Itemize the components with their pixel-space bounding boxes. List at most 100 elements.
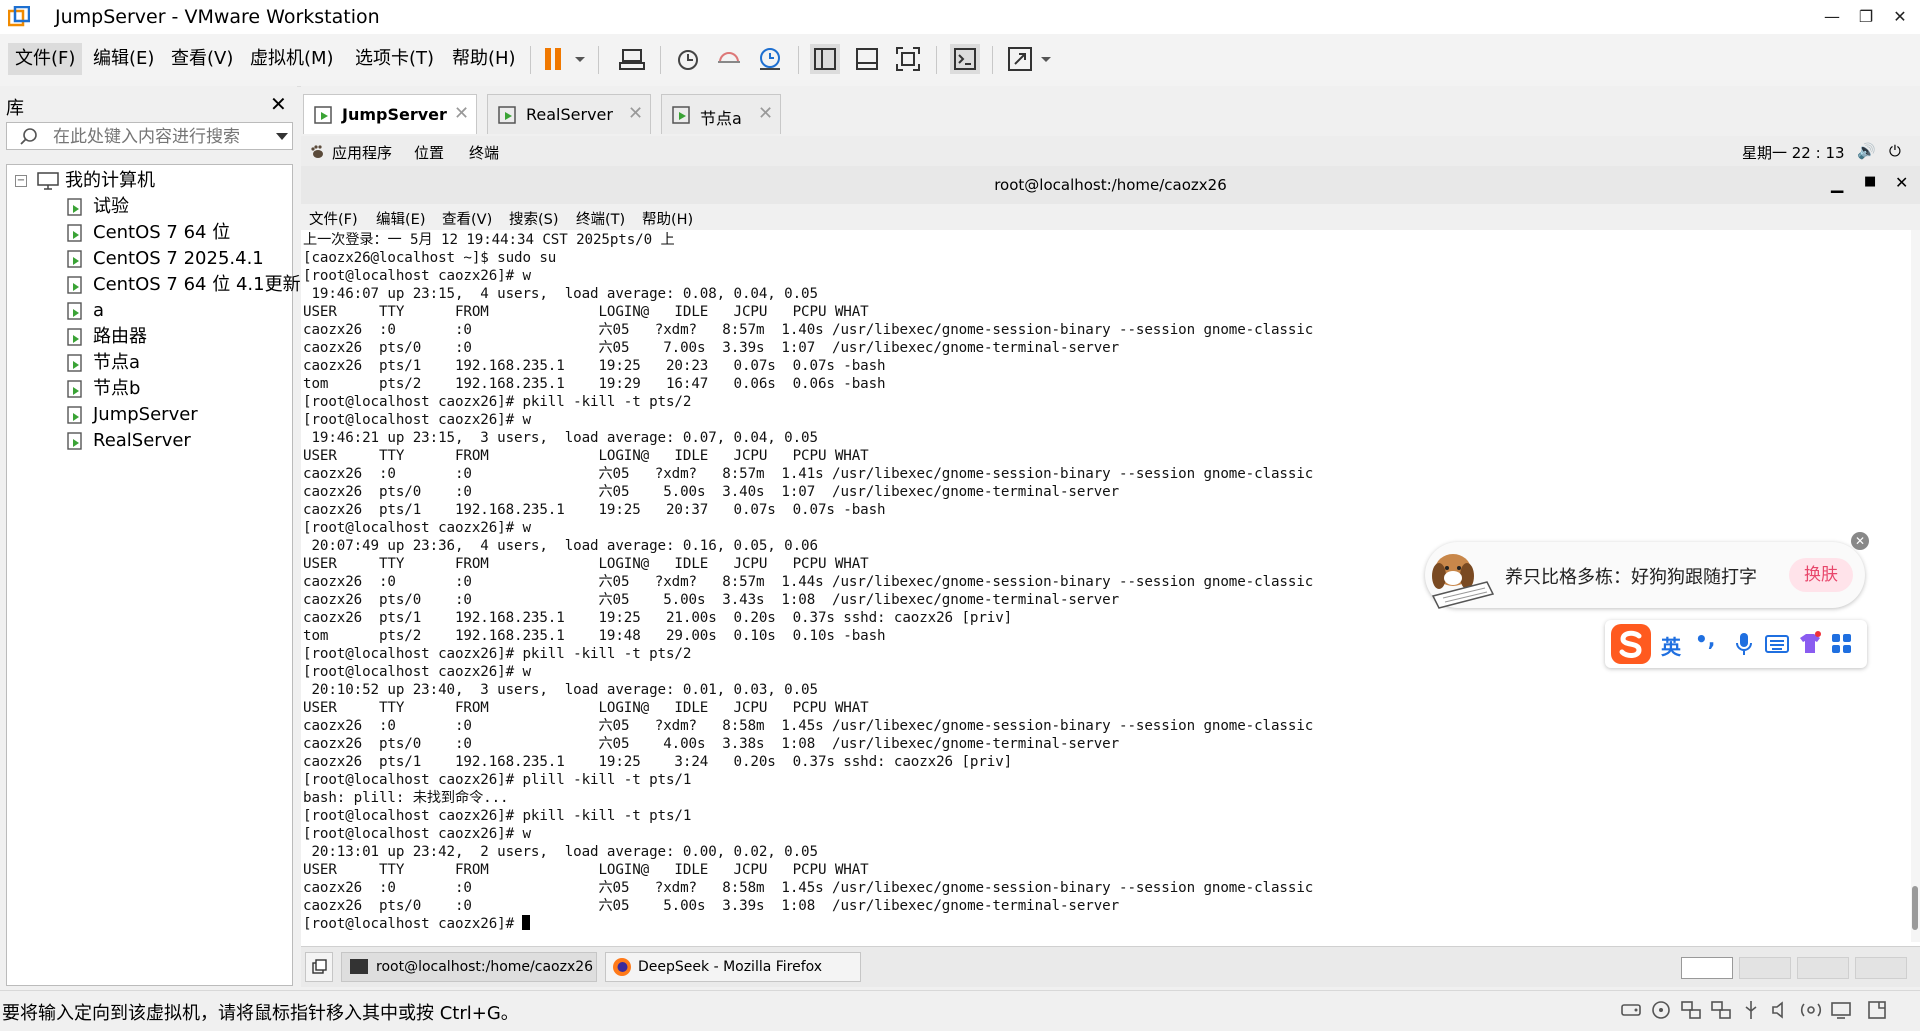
- revert-snapshot-icon[interactable]: [714, 44, 744, 74]
- terminal-maximize-button[interactable]: ■: [1864, 174, 1876, 189]
- tree-item-label: 节点b: [93, 378, 141, 399]
- ime-skin-button[interactable]: 换肤: [1789, 558, 1853, 592]
- tree-item-vm[interactable]: a: [7, 299, 292, 323]
- terminal-titlebar: root@localhost:/home/caozx26 ▁ ■ ✕: [301, 166, 1920, 205]
- terminal-scrollbar[interactable]: [1911, 230, 1920, 942]
- stretch-dropdown-icon[interactable]: [1038, 44, 1054, 74]
- tree-item-vm[interactable]: RealServer: [7, 429, 292, 453]
- display-icon[interactable]: [1830, 999, 1852, 1021]
- tree-item-vm[interactable]: CentOS 7 64 位 4.1更新: [7, 273, 301, 297]
- tree-item-vm[interactable]: 节点a: [7, 351, 292, 375]
- network-adapter-icon[interactable]: [1680, 999, 1702, 1021]
- tree-item-vm[interactable]: CentOS 7 64 位: [7, 221, 292, 245]
- taskbar-terminal[interactable]: root@localhost:/home/caozx26: [341, 952, 597, 982]
- tab-node-a[interactable]: 节点a ✕: [661, 94, 781, 134]
- ime-punctuation-toggle[interactable]: •,: [1695, 627, 1715, 651]
- volume-icon[interactable]: 🔊: [1857, 142, 1876, 160]
- sogou-logo-icon[interactable]: [1609, 622, 1653, 666]
- printer-icon[interactable]: [1800, 999, 1822, 1021]
- send-ctrl-alt-del-icon[interactable]: [617, 44, 647, 74]
- close-button[interactable]: ✕: [1882, 4, 1918, 30]
- show-desktop-button[interactable]: [305, 952, 333, 982]
- library-search-input[interactable]: [51, 125, 275, 149]
- terminal-line: caozx26 pts/1 192.168.235.1 19:25 21.00s…: [303, 610, 1013, 626]
- virtual-machine-icon: [67, 224, 82, 242]
- snapshot-icon[interactable]: [673, 44, 703, 74]
- menu-tabs[interactable]: 选项卡(T): [348, 43, 441, 75]
- menu-vm[interactable]: 虚拟机(M): [243, 43, 341, 75]
- keyboard-icon[interactable]: [1765, 634, 1789, 654]
- ime-promo-card[interactable]: 养只比格多栋：好狗狗跟随打字 换肤 ✕: [1425, 532, 1869, 609]
- library-close-button[interactable]: ✕: [270, 92, 287, 116]
- menu-view[interactable]: 查看(V): [164, 43, 240, 75]
- tree-item-vm[interactable]: CentOS 7 2025.4.1: [7, 247, 292, 271]
- message-log-icon[interactable]: [1866, 999, 1888, 1021]
- terminal-line: caozx26 :0 :0 六05 ?xdm? 8:57m 1.44s /usr…: [303, 574, 1314, 590]
- taskbar-firefox[interactable]: DeepSeek - Mozilla Firefox: [605, 952, 861, 982]
- gnome-terminal-menu[interactable]: 终端: [469, 142, 499, 163]
- search-dropdown-icon[interactable]: [275, 131, 289, 143]
- network-adapter-2-icon[interactable]: [1710, 999, 1732, 1021]
- terminal-menu-help[interactable]: 帮助(H): [642, 208, 693, 229]
- tree-item-vm[interactable]: 节点b: [7, 377, 292, 401]
- terminal-menu-edit[interactable]: 编辑(E): [376, 208, 425, 229]
- hard-disk-icon[interactable]: [1620, 999, 1642, 1021]
- full-screen-icon[interactable]: [893, 44, 923, 74]
- snapshot-manager-icon[interactable]: [755, 44, 785, 74]
- tree-item-vm[interactable]: 路由器: [7, 325, 292, 349]
- menu-edit[interactable]: 编辑(E): [86, 43, 161, 75]
- library-search[interactable]: [6, 122, 293, 150]
- terminal-minimize-button[interactable]: ▁: [1831, 174, 1843, 193]
- workspace-3[interactable]: [1797, 957, 1849, 979]
- ime-card-close-icon[interactable]: ✕: [1851, 532, 1869, 550]
- gnome-applications-menu[interactable]: 应用程序: [332, 142, 392, 163]
- gnome-clock[interactable]: 星期一 22 : 13: [1742, 142, 1845, 163]
- terminal-menu-file[interactable]: 文件(F): [309, 208, 358, 229]
- workspace-1[interactable]: [1681, 957, 1733, 979]
- chevron-down-icon[interactable]: [572, 44, 588, 74]
- terminal-menu-view[interactable]: 查看(V): [442, 208, 492, 229]
- terminal-scroll-thumb[interactable]: [1912, 886, 1918, 930]
- microphone-icon[interactable]: [1735, 632, 1753, 656]
- terminal-close-button[interactable]: ✕: [1895, 173, 1908, 192]
- terminal-menu-terminal[interactable]: 终端(T): [576, 208, 625, 229]
- console-view-icon[interactable]: [950, 44, 980, 74]
- tree-item-vm[interactable]: 试验: [7, 195, 292, 219]
- maximize-button[interactable]: ❐: [1848, 4, 1884, 30]
- terminal-line: caozx26 pts/1 192.168.235.1 19:25 3:24 0…: [303, 754, 1013, 770]
- tab-close-icon[interactable]: ✕: [454, 103, 469, 124]
- workspace-4[interactable]: [1855, 957, 1907, 979]
- tree-item-label: CentOS 7 64 位 4.1更新: [93, 274, 301, 295]
- tab-close-icon[interactable]: ✕: [758, 103, 773, 124]
- power-icon[interactable]: ⏻: [1889, 142, 1901, 160]
- usb-icon[interactable]: [1740, 999, 1762, 1021]
- cd-dvd-icon[interactable]: [1650, 999, 1672, 1021]
- show-library-icon[interactable]: [810, 44, 840, 74]
- minimize-button[interactable]: —: [1814, 4, 1850, 30]
- skin-shirt-icon[interactable]: [1797, 630, 1823, 656]
- stretch-guest-icon[interactable]: [1005, 44, 1035, 74]
- menu-help[interactable]: 帮助(H): [445, 43, 523, 75]
- search-icon: [20, 128, 37, 145]
- workspace-2[interactable]: [1739, 957, 1791, 979]
- virtual-machine-icon: [67, 328, 82, 346]
- menu-file[interactable]: 文件(F): [8, 43, 83, 75]
- tree-root-my-computer[interactable]: − 我的计算机: [7, 169, 292, 193]
- gnome-places-menu[interactable]: 位置: [414, 142, 444, 163]
- pause-icon[interactable]: [540, 44, 570, 74]
- firefox-icon: [613, 958, 631, 976]
- tree-item-vm[interactable]: JumpServer: [7, 403, 292, 427]
- tab-realserver[interactable]: RealServer ✕: [487, 94, 651, 134]
- collapse-toggle-icon[interactable]: −: [15, 175, 27, 187]
- tab-close-icon[interactable]: ✕: [628, 103, 643, 124]
- sound-card-icon[interactable]: [1770, 999, 1792, 1021]
- terminal-menu-search[interactable]: 搜索(S): [509, 208, 559, 229]
- tree-item-label: CentOS 7 2025.4.1: [93, 248, 264, 269]
- thumbnail-bar-icon[interactable]: [852, 44, 882, 74]
- tab-jumpserver[interactable]: JumpServer ✕: [303, 94, 477, 134]
- terminal-line: caozx26 :0 :0 六05 ?xdm? 8:57m 1.41s /usr…: [303, 466, 1314, 482]
- vm-tab-icon: [498, 106, 516, 124]
- ime-mode-toggle[interactable]: 英: [1661, 631, 1681, 660]
- library-panel: 库 ✕ − 我的计算机 试验 CentOS 7 64 位 CentOS 7 2025…: [0, 86, 301, 986]
- toolbox-grid-icon[interactable]: [1831, 633, 1853, 655]
